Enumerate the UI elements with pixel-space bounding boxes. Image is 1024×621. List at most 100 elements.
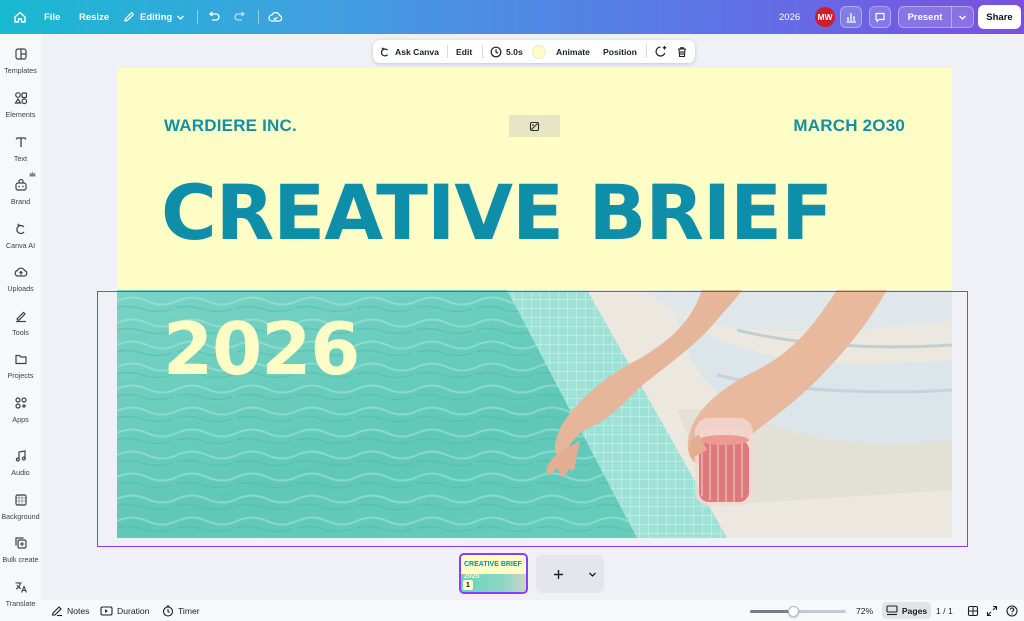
duration-toggle-label: Duration (117, 605, 150, 616)
uploads-icon (14, 267, 27, 277)
file-label: File (44, 11, 61, 23)
slide-year[interactable]: 2026 (163, 304, 360, 394)
slide-title[interactable]: CREATIVE BRIEF (161, 168, 833, 258)
sidebar-item-templates[interactable]: Templates (0, 47, 41, 75)
clock-icon (490, 46, 502, 57)
redo-icon (234, 11, 246, 21)
insights-button[interactable] (840, 6, 862, 28)
fullscreen-icon (986, 605, 998, 616)
position-button[interactable]: Position (603, 40, 637, 63)
sidebar-item-label: Projects (7, 371, 34, 380)
sidebar-item-label: Tools (12, 328, 29, 337)
zoom-slider-handle[interactable] (788, 606, 799, 617)
canva-ai-icon (15, 223, 25, 235)
templates-icon (14, 48, 27, 60)
text-icon (15, 137, 26, 147)
present-button[interactable]: Present (899, 12, 951, 23)
sidebar-item-audio[interactable]: Audio (0, 449, 41, 477)
color-swatch-button[interactable] (532, 40, 546, 63)
redo-button[interactable] (233, 0, 247, 34)
editing-mode-button[interactable]: Editing (122, 0, 185, 34)
comments-button[interactable] (869, 6, 891, 28)
sidebar-item-label: Bulk create (2, 555, 39, 564)
timer-label: Timer (178, 605, 200, 616)
grid-view-icon (967, 605, 979, 616)
video-icon (100, 605, 113, 616)
chevron-down-icon (588, 572, 596, 577)
zoom-level[interactable]: 72% (856, 600, 873, 621)
sidebar-item-translate[interactable]: Translate (0, 580, 41, 608)
sidebar-item-label: Text (13, 154, 28, 163)
folder-icon (14, 354, 27, 365)
help-button[interactable] (1006, 600, 1018, 621)
add-page-options-button[interactable] (580, 570, 604, 579)
sidebar-item-label: Elements (5, 110, 36, 119)
date-label[interactable]: MARCH 2O30 (793, 116, 905, 136)
sidebar-item-label: Apps (12, 415, 29, 424)
sidebar-item-text[interactable]: Text (0, 135, 41, 163)
zoom-slider[interactable] (750, 606, 846, 617)
grid-view-button[interactable] (967, 600, 979, 621)
sidebar-item-uploads[interactable]: Uploads (0, 265, 41, 293)
avatar[interactable]: MW (815, 7, 835, 27)
trash-icon (678, 46, 686, 57)
animate-button[interactable]: Animate (556, 40, 590, 63)
pages-icon (886, 605, 898, 616)
color-swatch (532, 44, 546, 59)
save-status-button[interactable] (268, 0, 283, 34)
home-button[interactable] (13, 0, 27, 34)
translate-icon (15, 582, 27, 593)
file-menu-button[interactable]: File (44, 0, 60, 34)
add-comment-button[interactable] (654, 40, 667, 63)
document-title-label: 2026 (779, 11, 801, 23)
sidebar-item-projects[interactable]: Projects (0, 352, 41, 380)
background-icon (14, 494, 27, 506)
crown-icon (29, 171, 36, 177)
share-button[interactable]: Share (978, 5, 1021, 29)
resize-label: Resize (79, 11, 110, 23)
pages-label: Pages (901, 605, 928, 616)
chevron-down-icon (177, 15, 185, 20)
duration-label: 5.0s (506, 46, 523, 57)
sidebar-item-brand[interactable]: Brand (0, 178, 41, 206)
image-replace-icon (529, 121, 540, 131)
document-title[interactable]: 2026 (779, 0, 800, 34)
help-icon (1006, 604, 1018, 617)
timer-button[interactable]: Timer (162, 600, 200, 621)
cloud-check-icon (268, 12, 283, 22)
sidebar-item-apps[interactable]: Apps (0, 396, 41, 424)
zoom-level-label: 72% (856, 605, 874, 616)
undo-button[interactable] (207, 0, 221, 34)
notes-button[interactable]: Notes (51, 600, 89, 621)
bottom-bar: Notes Duration Timer 72% Pages 1 / 1 (41, 600, 1024, 621)
bar-chart-icon (846, 13, 856, 23)
sidebar-item-elements[interactable]: Elements (0, 91, 41, 119)
sidebar-item-label: Canva AI (5, 241, 36, 250)
brand-icon (14, 178, 27, 191)
duration-toggle-button[interactable]: Duration (100, 600, 149, 621)
sidebar-item-tools[interactable]: Tools (0, 309, 41, 337)
apps-icon (14, 397, 27, 409)
company-name[interactable]: WARDIERE INC. (164, 116, 297, 136)
duration-button[interactable]: 5.0s (490, 40, 523, 63)
notes-label: Notes (67, 605, 90, 616)
sidebar-item-label: Brand (10, 197, 31, 206)
add-comment-icon (655, 46, 667, 57)
ask-canva-label: Ask Canva (395, 46, 439, 57)
resize-button[interactable]: Resize (79, 0, 109, 34)
sidebar-item-canva-ai[interactable]: Canva AI (0, 222, 41, 250)
sidebar-item-bulk-create[interactable]: Bulk create (0, 536, 41, 564)
add-page-button[interactable] (536, 569, 580, 580)
image-placeholder[interactable] (509, 115, 560, 137)
edit-label: Edit (456, 46, 473, 57)
present-options-button[interactable] (952, 13, 973, 22)
fullscreen-button[interactable] (986, 600, 998, 621)
ask-canva-button[interactable]: Ask Canva (379, 40, 439, 63)
plus-icon (553, 569, 563, 579)
page-thumbnail[interactable]: CREATIVE BRIEF 2026 1 (459, 553, 528, 594)
delete-button[interactable] (676, 40, 688, 63)
edit-button[interactable]: Edit (456, 40, 472, 63)
slide[interactable]: WARDIERE INC. MARCH 2O30 CREATIVE BRIEF … (117, 68, 952, 538)
pages-button[interactable]: Pages (882, 602, 931, 619)
sidebar-item-background[interactable]: Background (0, 493, 41, 521)
